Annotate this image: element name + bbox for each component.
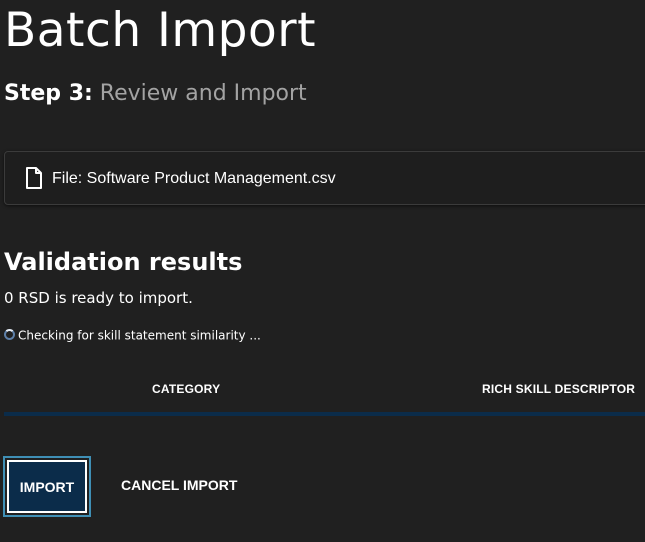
file-card: File: Software Product Management.csv [4,151,645,205]
file-name: File: Software Product Management.csv [52,170,336,187]
similarity-check-status: Checking for skill statement similarity … [4,325,261,343]
batch-import-page: Batch Import Step 3: Review and Import F… [0,0,645,542]
results-table-header: CATEGORY RICH SKILL DESCRIPTOR [4,374,645,416]
page-title: Batch Import [4,3,317,58]
cancel-import-button[interactable]: CANCEL IMPORT [121,477,237,493]
column-header-category[interactable]: CATEGORY [152,382,220,396]
validation-results-title: Validation results [4,248,243,276]
ready-count-text: 0 RSD is ready to import. [4,289,193,307]
file-icon [23,166,45,190]
step-label: Step 3: [4,81,93,106]
similarity-check-text: Checking for skill statement similarity … [18,328,261,343]
import-button-label: IMPORT [7,460,87,513]
step-heading: Step 3: Review and Import [4,81,307,107]
spinner-icon [4,329,15,340]
import-button[interactable]: IMPORT [3,456,91,517]
column-header-rich-skill-descriptor[interactable]: RICH SKILL DESCRIPTOR [482,382,635,396]
table-header-divider [4,412,645,416]
step-name: Review and Import [99,81,307,106]
